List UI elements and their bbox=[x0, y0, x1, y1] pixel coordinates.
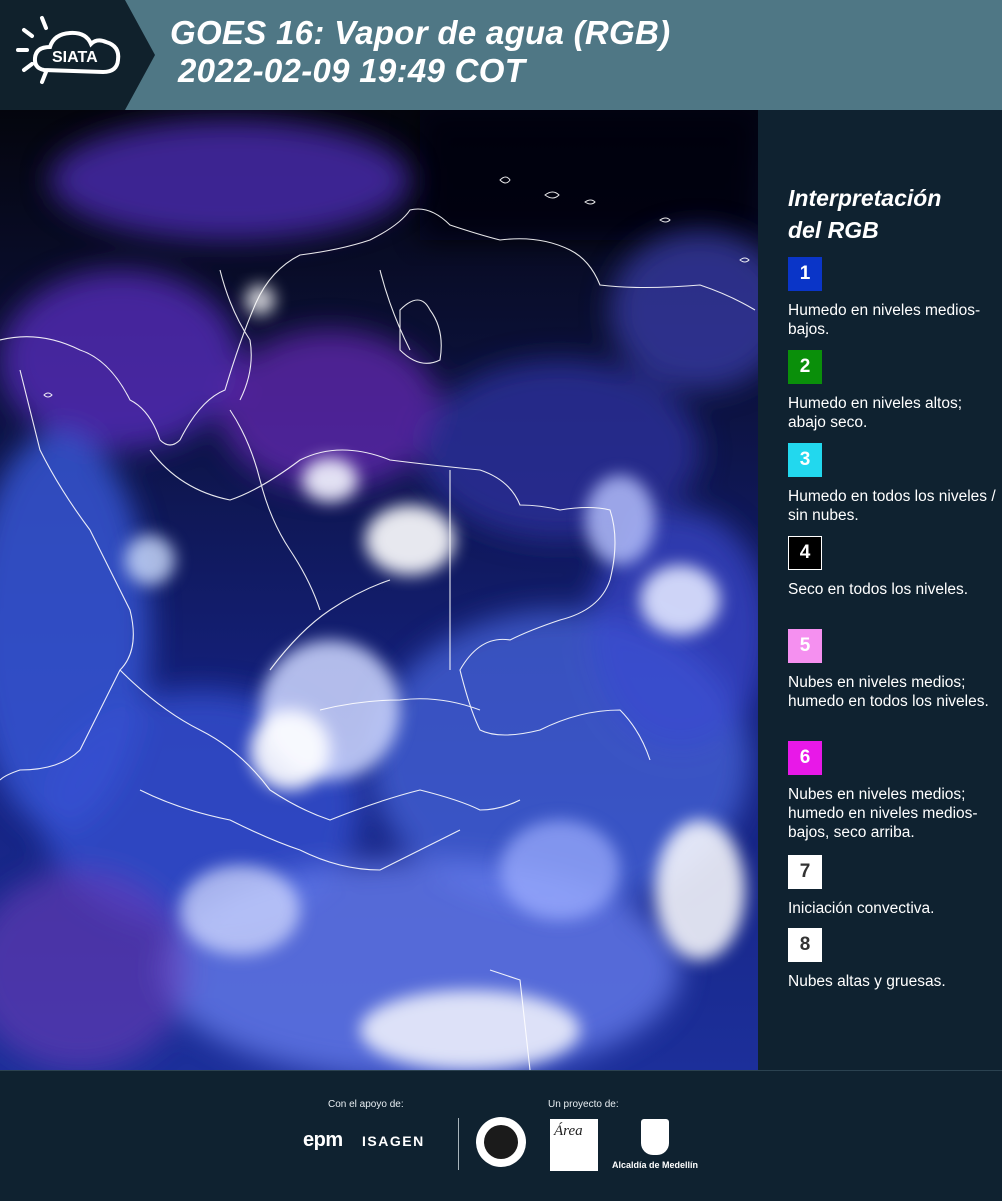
legend-description: Nubes en niveles medios; humedo en todos… bbox=[788, 674, 989, 710]
header-bar: SIATA GOES 16: Vapor de agua (RGB) 2022-… bbox=[0, 0, 1002, 110]
city-shield-icon bbox=[641, 1119, 669, 1155]
legend-item-5: 5 Nubes en niveles medios; humedo en tod… bbox=[788, 629, 998, 711]
project-label: Un proyecto de: bbox=[548, 1099, 619, 1110]
rgb-legend: Interpretación del RGB 1 Humedo en nivel… bbox=[760, 110, 1002, 1070]
legend-title-line1: Interpretación bbox=[788, 185, 942, 211]
legend-title: Interpretación del RGB bbox=[788, 182, 941, 246]
footer-divider bbox=[458, 1118, 459, 1170]
legend-description: Seco en todos los niveles. bbox=[788, 581, 969, 598]
legend-description: Humedo en niveles medios-bajos. bbox=[788, 302, 981, 338]
epm-logo: epm bbox=[303, 1129, 343, 1151]
title-product: GOES 16: Vapor de agua (RGB) bbox=[170, 14, 671, 51]
legend-description: Iniciación convectiva. bbox=[788, 900, 935, 917]
isagen-logo: ISAGEN bbox=[362, 1133, 425, 1149]
legend-item-7: 7 Iniciación convectiva. bbox=[788, 855, 998, 918]
legend-item-2: 2 Humedo en niveles altos; abajo seco. bbox=[788, 350, 998, 432]
legend-item-4: 4 Seco en todos los niveles. bbox=[788, 536, 998, 599]
alcaldia-label: Alcaldía de Medellín bbox=[612, 1160, 699, 1170]
legend-description: Humedo en todos los niveles / sin nubes. bbox=[788, 488, 996, 524]
legend-swatch: 6 bbox=[788, 741, 822, 775]
satellite-map bbox=[0, 110, 758, 1070]
legend-swatch: 1 bbox=[788, 257, 822, 291]
legend-swatch: 8 bbox=[788, 928, 822, 962]
legend-description: Humedo en niveles altos; abajo seco. bbox=[788, 395, 963, 431]
page-title: GOES 16: Vapor de agua (RGB) 2022-02-09 … bbox=[170, 14, 670, 90]
support-label: Con el apoyo de: bbox=[328, 1099, 404, 1110]
legend-description: Nubes en niveles medios; humedo en nivel… bbox=[788, 786, 978, 841]
legend-item-8: 8 Nubes altas y gruesas. bbox=[788, 928, 998, 991]
legend-item-1: 1 Humedo en niveles medios-bajos. bbox=[788, 257, 998, 339]
footer: Con el apoyo de: Un proyecto de: epm ISA… bbox=[0, 1070, 1002, 1201]
legend-swatch: 4 bbox=[788, 536, 822, 570]
svg-text:SIATA: SIATA bbox=[52, 49, 98, 66]
water-vapor-image bbox=[0, 110, 758, 1070]
legend-title-line2: del RGB bbox=[788, 217, 879, 243]
legend-swatch: 3 bbox=[788, 443, 822, 477]
legend-item-6: 6 Nubes en niveles medios; humedo en niv… bbox=[788, 741, 998, 842]
legend-swatch: 2 bbox=[788, 350, 822, 384]
university-seal-icon bbox=[476, 1117, 526, 1167]
area-metropolitana-logo: Área bbox=[550, 1119, 598, 1171]
legend-swatch: 5 bbox=[788, 629, 822, 663]
sun-cloud-icon: SIATA bbox=[0, 0, 155, 110]
legend-swatch: 7 bbox=[788, 855, 822, 889]
legend-description: Nubes altas y gruesas. bbox=[788, 973, 946, 990]
legend-item-3: 3 Humedo en todos los niveles / sin nube… bbox=[788, 443, 998, 525]
siata-logo: SIATA bbox=[0, 0, 155, 110]
title-timestamp: 2022-02-09 19:49 COT bbox=[178, 52, 526, 89]
